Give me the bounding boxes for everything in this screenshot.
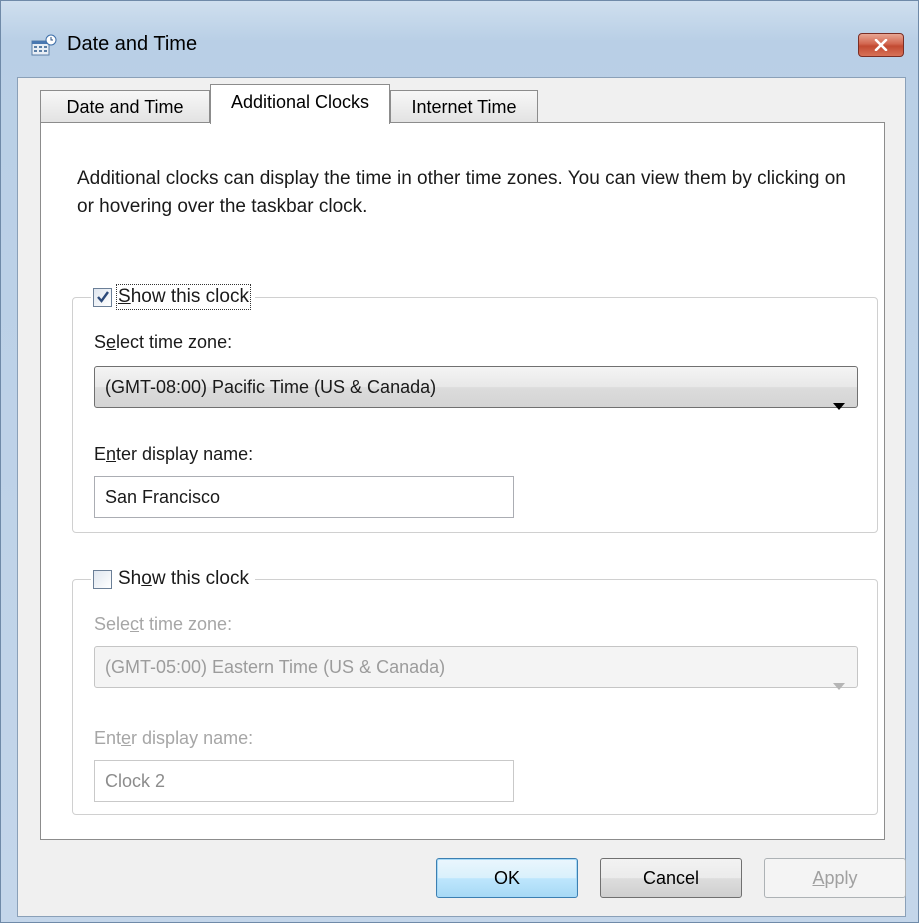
tab-label: Date and Time xyxy=(66,97,184,117)
dropdown-arrow-icon xyxy=(833,664,845,704)
date-time-icon xyxy=(31,34,57,56)
clock-2-timezone-label: Select time zone: xyxy=(94,614,233,634)
clock-1-timezone-value: (GMT-08:00) Pacific Time (US & Canada) xyxy=(105,377,437,397)
checkmark-icon xyxy=(97,290,109,303)
close-button[interactable] xyxy=(858,33,904,57)
dialog-client-area: Date and Time Additional Clocks Internet… xyxy=(17,77,906,917)
title-bar[interactable]: Date and Time xyxy=(1,1,918,77)
tab-additional-clocks[interactable]: Additional Clocks xyxy=(210,84,390,124)
window-title: Date and Time xyxy=(67,33,198,55)
description-text: Additional clocks can display the time i… xyxy=(77,168,846,217)
clock-1-legend: Show this clock xyxy=(91,282,255,312)
additional-clocks-panel: Additional clocks can display the time i… xyxy=(40,122,885,840)
clock-1-show-label[interactable]: Show this clock xyxy=(116,284,251,310)
date-and-time-window: Date and Time Date and Time Additional C… xyxy=(0,0,919,923)
clock-2-timezone-select[interactable]: (GMT-05:00) Eastern Time (US & Canada) xyxy=(94,646,858,690)
dropdown-arrow-icon xyxy=(833,384,845,424)
clock-1-display-name-input[interactable]: San Francisco xyxy=(94,476,514,518)
clock-2-timezone-value: (GMT-05:00) Eastern Time (US & Canada) xyxy=(105,657,446,677)
clock-1-display-name-label: Enter display name: xyxy=(94,444,254,464)
clock-2-display-name-input[interactable]: Clock 2 xyxy=(94,760,514,802)
clock-1-group: Show this clock Select time zone: (GMT-0… xyxy=(72,282,878,533)
clock-2-display-name-label: Enter display name: xyxy=(94,728,254,748)
clock-2-group: Show this clock Select time zone: (GMT-0… xyxy=(72,564,878,815)
clock-2-show-checkbox[interactable] xyxy=(93,569,112,589)
cancel-button[interactable]: Cancel xyxy=(600,858,742,898)
clock-1-show-checkbox[interactable] xyxy=(93,287,112,307)
tab-label: Additional Clocks xyxy=(230,92,370,112)
tab-date-and-time[interactable]: Date and Time xyxy=(40,90,210,122)
apply-button[interactable]: Apply xyxy=(764,858,906,898)
clock-1-timezone-label: Select time zone: xyxy=(94,332,233,352)
ok-button[interactable]: OK xyxy=(436,858,578,898)
clock-1-timezone-select[interactable]: (GMT-08:00) Pacific Time (US & Canada) xyxy=(94,366,858,410)
clock-2-show-label[interactable]: Show this clock xyxy=(118,568,249,590)
clock-2-legend: Show this clock xyxy=(91,564,255,594)
tab-label: Internet Time xyxy=(411,97,517,117)
tab-internet-time[interactable]: Internet Time xyxy=(390,90,538,122)
